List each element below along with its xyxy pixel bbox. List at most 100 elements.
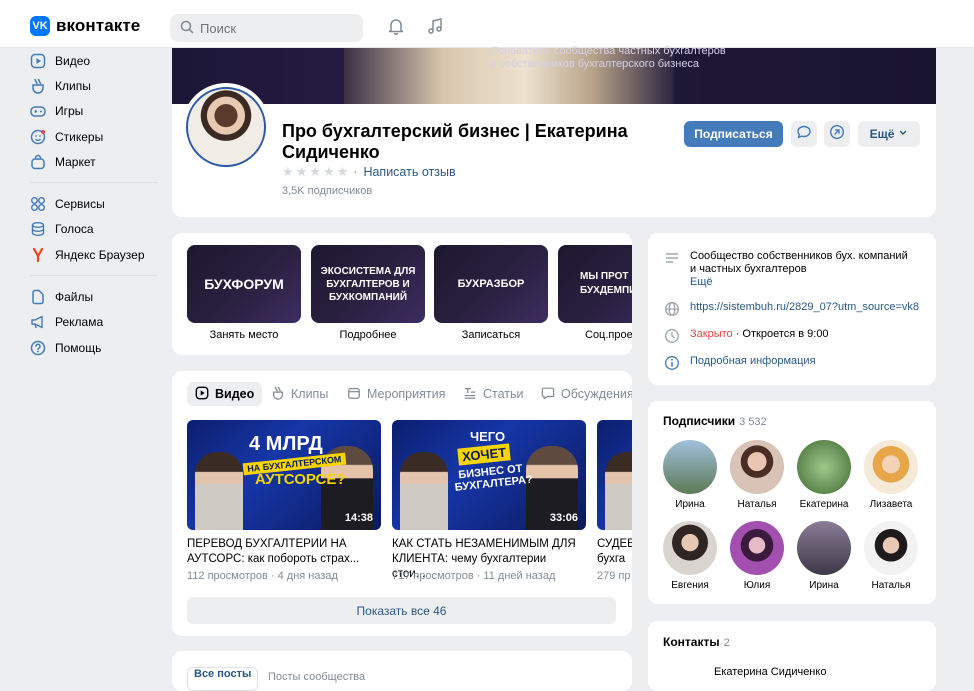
sidebar-item-label: Игры [55, 104, 84, 119]
sidebar-item-yandex-browser[interactable]: Яндекс Браузер [30, 242, 160, 267]
star-icon[interactable]: ★ [296, 164, 308, 180]
search-input[interactable] [200, 20, 350, 36]
tab-label: Статьи [483, 387, 524, 401]
video-thumbnail[interactable]: 4 МЛРД НА БУХГАЛТЕРСКОМ АУТСОРСЕ? 14:38 [187, 420, 381, 530]
subscriber-item[interactable]: Наталья [861, 521, 921, 591]
thumbnail-person [605, 452, 632, 530]
bell-icon[interactable] [387, 17, 405, 40]
video-thumbnail[interactable] [597, 420, 632, 530]
sidebar-item-stickers[interactable]: Стикеры [30, 124, 160, 149]
tab-all-posts[interactable]: Все посты [187, 667, 259, 691]
link-caption[interactable]: Записаться [434, 329, 548, 341]
sidebar-item-services[interactable]: Сервисы [30, 191, 160, 216]
star-icon[interactable]: ★ [337, 164, 349, 180]
message-icon [796, 124, 812, 145]
page-title: Про бухгалтерский бизнес | Екатерина Сид… [282, 121, 628, 162]
subscriber-count[interactable]: 3,5K подписчиков [282, 185, 372, 197]
sidebar-item-games[interactable]: Игры [30, 99, 160, 124]
share-icon [829, 124, 845, 145]
grid-icon [30, 196, 46, 212]
sticker-icon [30, 129, 46, 145]
link-caption[interactable]: Соц.прое [585, 329, 632, 341]
show-all-videos-button[interactable]: Показать все 46 [187, 597, 616, 624]
sidebar-item-video[interactable]: Видео [30, 48, 160, 73]
tile-label: БУХФОРУМ [204, 276, 284, 292]
avatar [864, 521, 918, 575]
rating-row: ★ ★ ★ ★ ★ · Написать отзыв [282, 164, 456, 180]
subscriber-name: Ирина [809, 580, 839, 591]
left-sidebar: Видео Клипы Игры Стикеры Маркет Сервисы … [30, 48, 160, 360]
subscriber-item[interactable]: Лизавета [861, 440, 921, 510]
subscriber-item[interactable]: Ирина [794, 521, 854, 591]
video-thumbnail[interactable]: ЧЕГО ХОЧЕТ БИЗНЕС ОТ БУХГАЛТЕРА? 33:06 [392, 420, 586, 530]
website-link[interactable]: https://sistembuh.ru/2829_07?utm_source=… [690, 301, 919, 321]
video-title[interactable]: СУДЕБ бухга [597, 537, 632, 567]
description-more-link[interactable]: Ещё [690, 276, 908, 289]
sidebar-item-market[interactable]: Маркет [30, 149, 160, 174]
article-icon [463, 386, 477, 403]
avatar [730, 440, 784, 494]
link-caption[interactable]: Подробнее [311, 329, 425, 341]
thumbnail-subline: АУТСОРСЕ? [255, 471, 346, 488]
search-box[interactable] [170, 14, 363, 42]
message-button[interactable] [791, 121, 817, 147]
star-icon[interactable]: ★ [323, 164, 335, 180]
sidebar-item-clips[interactable]: Клипы [30, 73, 160, 98]
contacts-heading[interactable]: Контакты 2 [663, 635, 730, 649]
info-description: Сообщество собственников бух. компаний и… [664, 250, 908, 289]
link-tile-ecosystem[interactable]: ЭКОСИСТЕМА ДЛЯ БУХГАЛТЕРОВ И БУХКОМПАНИЙ [311, 245, 425, 323]
sidebar-item-ads[interactable]: Реклама [30, 310, 160, 335]
subscriber-item[interactable]: Ирина [660, 440, 720, 510]
sidebar-item-help[interactable]: Помощь [30, 335, 160, 360]
tab-clips[interactable]: Клипы [271, 382, 328, 406]
video-icon [30, 53, 46, 69]
subscriber-item[interactable]: Юлия [727, 521, 787, 591]
link-tile-bukhforum[interactable]: БУХФОРУМ [187, 245, 301, 323]
subscriber-name: Ирина [675, 499, 705, 510]
tab-community-posts[interactable]: Посты сообщества [268, 671, 365, 683]
subscriber-item[interactable]: Наталья [727, 440, 787, 510]
tab-video[interactable]: Видео [187, 382, 263, 406]
vk-logo[interactable]: VK вконтакте [30, 16, 140, 36]
tab-discussions[interactable]: Обсуждения [541, 382, 632, 406]
subscriber-name: Наталья [737, 499, 777, 510]
sidebar-item-votes[interactable]: Голоса [30, 217, 160, 242]
tab-events[interactable]: Мероприятия [347, 382, 445, 406]
sidebar-item-label: Реклама [55, 315, 104, 330]
share-button[interactable] [824, 121, 850, 147]
link-caption[interactable]: Занять место [187, 329, 301, 341]
more-button-label: Ещё [869, 127, 895, 141]
avatar [797, 521, 851, 575]
star-icon[interactable]: ★ [309, 164, 321, 180]
avatar [663, 521, 717, 575]
details-link[interactable]: Подробная информация [690, 355, 816, 375]
links-strip: БУХФОРУМ Занять место ЭКОСИСТЕМА ДЛЯ БУХ… [172, 233, 632, 355]
more-button[interactable]: Ещё [858, 121, 920, 147]
write-review-link[interactable]: Написать отзыв [363, 165, 455, 179]
description-text: Сообщество собственников бух. компаний [690, 250, 908, 262]
link-tile-project[interactable]: МЫ ПРОТ БУХДЕМПИ [558, 245, 632, 323]
avatar [730, 521, 784, 575]
contacts-title: Контакты [663, 635, 720, 649]
community-avatar[interactable] [182, 83, 270, 171]
sidebar-item-files[interactable]: Файлы [30, 284, 160, 309]
subscribe-button[interactable]: Подписаться [684, 121, 783, 147]
chat-icon [541, 386, 555, 403]
video-icon [195, 386, 209, 403]
star-icon[interactable]: ★ [282, 164, 294, 180]
tab-articles[interactable]: Статьи [463, 382, 524, 406]
subscriber-item[interactable]: Екатерина [794, 440, 854, 510]
subscriber-name: Юлия [743, 580, 771, 591]
contact-name[interactable]: Екатерина Сидиченко [714, 666, 826, 678]
tab-label: Видео [215, 387, 255, 401]
link-tile-bukhrazbor[interactable]: БУХРАЗБОР [434, 245, 548, 323]
subscribers-heading[interactable]: Подписчики 3 532 [663, 414, 767, 428]
text-lines-icon [664, 250, 680, 289]
thumbnail-person [195, 452, 243, 530]
music-icon[interactable] [426, 17, 444, 40]
video-title[interactable]: ПЕРЕВОД БУХГАЛТЕРИИ НА АУТСОРС: как побо… [187, 537, 377, 567]
subscriber-item[interactable]: Евгения [660, 521, 720, 591]
sidebar-item-label: Маркет [55, 154, 96, 169]
tile-label: МЫ ПРОТ БУХДЕМПИ [580, 271, 632, 296]
sidebar-item-label: Сервисы [55, 197, 105, 212]
